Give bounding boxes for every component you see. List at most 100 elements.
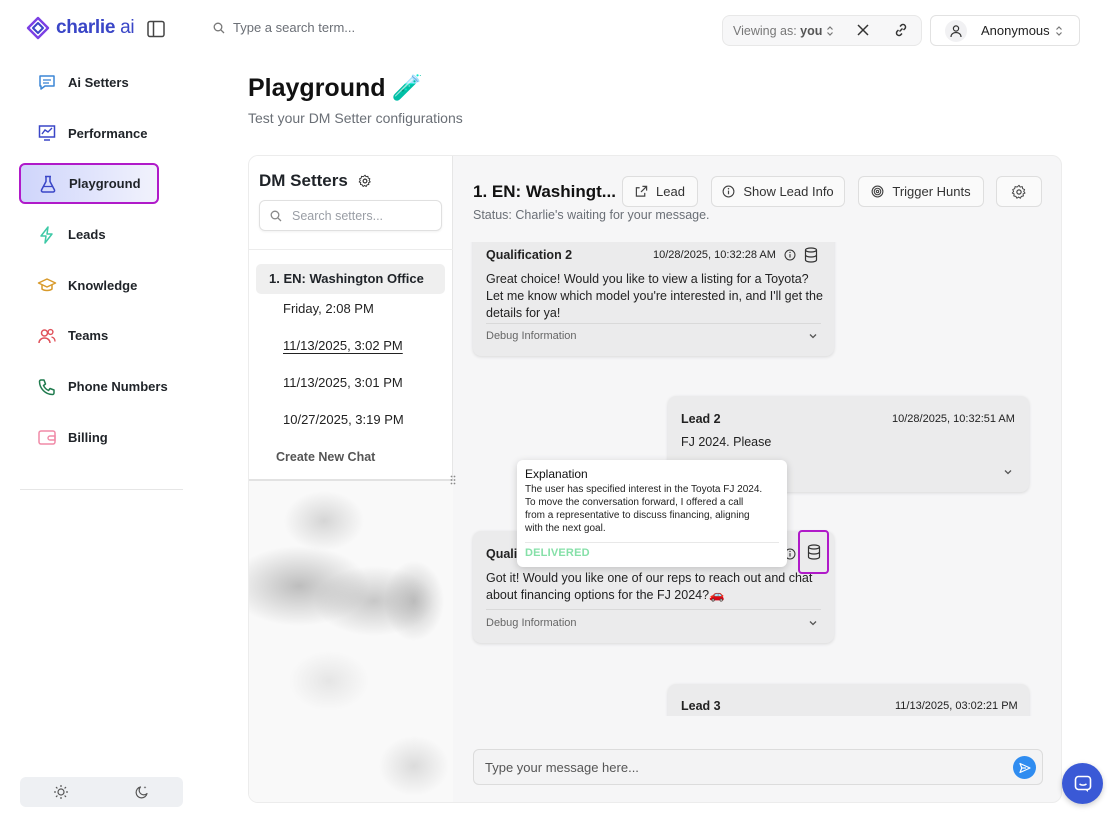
page-subtitle: Test your DM Setter configurations — [248, 110, 463, 126]
message-composer — [473, 749, 1043, 785]
send-button[interactable] — [1013, 756, 1036, 779]
message-input[interactable] — [485, 759, 1005, 775]
show-lead-info-label: Show Lead Info — [743, 184, 834, 199]
sidebar-toggle-icon[interactable] — [146, 19, 166, 39]
theme-switch — [20, 777, 183, 807]
chevron-down-icon[interactable] — [808, 619, 818, 627]
message-body: Got it! Would you like one of our reps t… — [486, 570, 826, 604]
chat-settings-button[interactable] — [996, 176, 1042, 207]
sidebar-item-label: Knowledge — [68, 277, 138, 293]
brand-name: charlie ai — [56, 17, 135, 38]
lead-button[interactable]: Lead — [622, 176, 698, 207]
info-icon — [722, 185, 735, 198]
user-icon — [950, 24, 962, 37]
chat-session-item[interactable]: 11/13/2025, 3:02 PM — [283, 338, 403, 353]
trigger-hunts-button[interactable]: Trigger Hunts — [858, 176, 984, 207]
message-bubble-lead: Lead 3 11/13/2025, 03:02:21 PM — [668, 684, 1029, 716]
sidebar: charlie ai Ai Setters Performance Playgr… — [0, 0, 200, 821]
database-icon[interactable] — [804, 247, 818, 263]
message-author: Lead 3 — [681, 699, 721, 713]
message-line: Let me know which model you're intereste… — [486, 289, 823, 303]
chart-icon — [37, 123, 57, 143]
brand-logo[interactable]: charlie ai — [26, 16, 135, 40]
viewing-as-label: Viewing as: you — [733, 23, 823, 38]
message-timestamp: 10/28/2025, 10:32:28 AM — [653, 249, 776, 261]
chat-title: 1. EN: Washingt... — [473, 182, 616, 201]
dm-setters-header: DM Setters — [259, 171, 372, 191]
bolt-icon — [37, 225, 57, 245]
account-name: Anonymous — [981, 23, 1050, 38]
setter-item-active[interactable]: 1. EN: Washington Office — [256, 264, 445, 294]
chat-session-item[interactable]: 11/13/2025, 3:01 PM — [283, 375, 403, 390]
chat-session-item[interactable]: Friday, 2:08 PM — [283, 301, 374, 316]
search-icon — [213, 22, 225, 33]
search-icon — [270, 210, 282, 221]
divider — [486, 609, 821, 610]
test-tube-icon: 🧪 — [391, 74, 423, 102]
search-input[interactable] — [233, 20, 533, 35]
wallet-icon — [37, 427, 57, 447]
viewing-as-selector[interactable]: Viewing as: you — [722, 15, 922, 46]
trigger-hunts-label: Trigger Hunts — [892, 184, 971, 199]
sidebar-item-leads[interactable]: Leads — [20, 214, 190, 255]
sidebar-item-billing[interactable]: Billing — [20, 417, 190, 458]
gear-icon[interactable] — [358, 174, 372, 188]
database-icon — [807, 544, 820, 560]
message-body: FJ 2024. Please — [681, 435, 772, 449]
page-title: Playground 🧪 — [248, 74, 423, 103]
dm-setters-title: DM Setters — [259, 171, 348, 190]
moon-icon — [135, 786, 148, 799]
send-icon — [1018, 762, 1031, 773]
sidebar-item-playground[interactable]: Playground — [19, 163, 159, 205]
debug-information-toggle[interactable]: Debug Information — [486, 617, 577, 629]
message-line: Great choice! Would you like to view a l… — [486, 272, 809, 286]
create-new-chat-button[interactable]: Create New Chat — [276, 450, 375, 464]
chat-status: Status: Charlie's waiting for your messa… — [473, 208, 710, 222]
divider — [525, 542, 779, 543]
show-lead-info-button[interactable]: Show Lead Info — [711, 176, 845, 207]
sidebar-item-phone-numbers[interactable]: Phone Numbers — [20, 366, 190, 407]
sidebar-item-label: Ai Setters — [68, 75, 129, 90]
message-author: Qualification 2 — [486, 248, 573, 262]
sidebar-item-label: Phone Numbers — [68, 379, 168, 395]
graduation-cap-icon — [37, 275, 57, 295]
charlie-logo-icon — [26, 16, 50, 40]
message-timestamp: 11/13/2025, 03:02:21 PM — [895, 700, 1018, 712]
tooltip-line: from a representative to discuss financi… — [525, 510, 750, 521]
close-icon[interactable] — [856, 23, 870, 37]
phone-icon — [37, 377, 57, 397]
chevron-down-icon[interactable] — [808, 332, 818, 340]
account-menu[interactable]: Anonymous — [930, 15, 1080, 46]
page-title-text: Playground — [248, 74, 386, 102]
chevron-up-down-icon — [1056, 26, 1062, 36]
debug-information-toggle[interactable]: Debug Information — [486, 330, 577, 342]
chat-session-item[interactable]: 10/27/2025, 3:19 PM — [283, 412, 404, 427]
light-mode-button[interactable] — [20, 777, 102, 807]
tooltip-title: Explanation — [525, 467, 588, 481]
tooltip-line: with the next goal. — [525, 523, 606, 534]
setter-search-input[interactable] — [292, 208, 432, 223]
flask-icon — [38, 174, 58, 194]
setter-search — [259, 200, 442, 231]
message-line: Got it! Would you like one of our reps t… — [486, 571, 813, 585]
chevron-down-icon[interactable] — [1003, 468, 1013, 476]
divider — [249, 249, 453, 250]
link-icon[interactable] — [893, 22, 909, 38]
info-icon[interactable] — [784, 249, 796, 261]
sidebar-divider — [20, 489, 183, 490]
sidebar-item-performance[interactable]: Performance — [20, 113, 190, 154]
support-chat-button[interactable] — [1062, 763, 1103, 804]
dark-mode-button[interactable] — [102, 777, 184, 807]
sidebar-item-knowledge[interactable]: Knowledge — [20, 265, 190, 306]
chat-icon — [37, 73, 57, 93]
tooltip-body: The user has specified interest in the T… — [525, 483, 779, 535]
explanation-tooltip: Explanation The user has specified inter… — [517, 460, 787, 567]
blurred-region — [249, 481, 453, 802]
sidebar-item-ai-setters[interactable]: Ai Setters — [20, 62, 190, 103]
lead-button-label: Lead — [656, 184, 685, 199]
tooltip-line: To move the conversation forward, I offe… — [525, 497, 744, 508]
message-body: Great choice! Would you like to view a l… — [486, 271, 826, 322]
database-icon-highlighted[interactable] — [798, 530, 829, 574]
avatar — [945, 19, 967, 42]
sidebar-item-teams[interactable]: Teams — [20, 315, 190, 356]
